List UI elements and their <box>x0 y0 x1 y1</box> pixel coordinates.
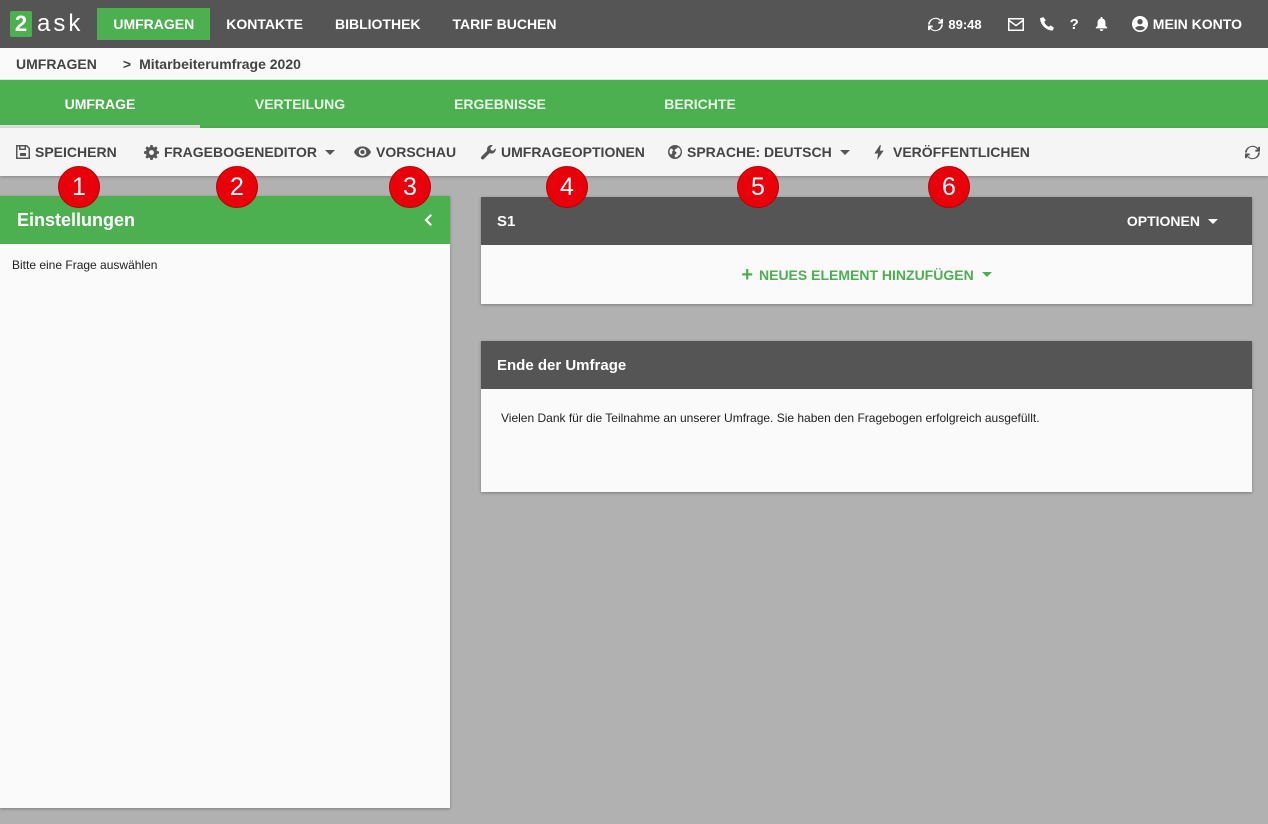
breadcrumb-root[interactable]: UMFRAGEN <box>16 56 97 72</box>
tab-ergebnisse[interactable]: ERGEBNISSE <box>400 80 600 128</box>
phone-button[interactable] <box>1032 17 1062 31</box>
survey-tabs: UMFRAGE VERTEILUNG ERGEBNISSE BERICHTE <box>0 80 1268 128</box>
logo-text: ask <box>37 10 84 37</box>
section-title: S1 <box>497 212 516 230</box>
phone-icon <box>1039 17 1054 31</box>
save-label: SPEICHERN <box>35 144 117 160</box>
plus-icon: + <box>741 263 753 286</box>
top-right-controls: 89:48 ? MEIN KONTO <box>920 0 1268 48</box>
breadcrumb: UMFRAGEN > Mitarbeiterumfrage 2020 <box>0 48 1268 80</box>
section-card: S1 OPTIONEN + NEUES ELEMENT HINZUFÜGEN <box>481 197 1252 304</box>
section-options-label: OPTIONEN <box>1126 213 1200 229</box>
notifications-button[interactable] <box>1087 17 1116 31</box>
session-timer-value: 89:48 <box>948 16 982 32</box>
eye-icon <box>354 146 371 158</box>
settings-panel-hint: Bitte eine Frage auswählen <box>12 258 158 272</box>
floppy-disk-icon <box>16 145 30 159</box>
section-options-dropdown[interactable]: OPTIONEN <box>1127 213 1218 229</box>
breadcrumb-separator: > <box>122 55 132 72</box>
annotation-badge-6: 6 <box>928 166 970 208</box>
end-of-survey-header: Ende der Umfrage <box>481 341 1252 389</box>
annotation-badge-2: 2 <box>216 166 258 208</box>
lightning-icon <box>874 144 884 160</box>
gear-icon <box>144 144 159 160</box>
tab-umfrage[interactable]: UMFRAGE <box>0 80 200 128</box>
annotation-badge-5: 5 <box>737 166 779 208</box>
nav-bibliothek[interactable]: BIBLIOTHEK <box>319 8 437 40</box>
chevron-down-icon <box>1208 218 1218 224</box>
logo-digit: 2 <box>10 11 32 37</box>
chevron-down-icon <box>981 272 992 277</box>
top-navigation-bar: 2 ask UMFRAGEN KONTAKTE BIBLIOTHEK TARIF… <box>0 0 1268 48</box>
main-menu: UMFRAGEN KONTAKTE BIBLIOTHEK TARIF BUCHE… <box>97 0 572 48</box>
reload-button[interactable] <box>1245 128 1260 176</box>
question-icon: ? <box>1069 15 1079 33</box>
user-circle-icon <box>1131 16 1148 32</box>
annotation-badge-4: 4 <box>546 166 588 208</box>
tab-verteilung[interactable]: VERTEILUNG <box>200 80 400 128</box>
logo[interactable]: 2 ask <box>10 0 83 48</box>
chevron-down-icon <box>324 149 335 155</box>
refresh-icon <box>928 17 944 31</box>
settings-panel-title: Einstellungen <box>17 209 136 230</box>
breadcrumb-current: Mitarbeiterumfrage 2020 <box>139 55 301 72</box>
settings-panel: Einstellungen Bitte eine Frage auswählen <box>0 196 450 808</box>
section-card-header: S1 OPTIONEN <box>481 197 1252 245</box>
chevron-down-icon <box>839 149 850 155</box>
questionnaire-editor-label: FRAGEBOGENEDITOR <box>164 144 317 160</box>
collapse-panel-button[interactable] <box>424 214 432 226</box>
annotation-badge-3: 3 <box>389 166 431 208</box>
annotation-badge-1: 1 <box>58 166 100 208</box>
bell-icon <box>1095 17 1107 31</box>
end-of-survey-text: Vielen Dank für die Teilnahme an unserer… <box>501 411 1040 425</box>
survey-options-label: UMFRAGEOPTIONEN <box>501 144 645 160</box>
end-of-survey-card: Ende der Umfrage Vielen Dank für die Tei… <box>481 341 1252 492</box>
help-button[interactable]: ? <box>1062 16 1087 33</box>
preview-label: VORSCHAU <box>376 144 457 160</box>
tab-berichte[interactable]: BERICHTE <box>600 80 800 128</box>
publish-label: VERÖFFENTLICHEN <box>893 144 1030 160</box>
account-menu[interactable]: MEIN KONTO <box>1116 16 1268 32</box>
nav-umfragen[interactable]: UMFRAGEN <box>97 8 211 40</box>
editor-toolbar: SPEICHERN FRAGEBOGENEDITOR VORSCHAU UMFR… <box>0 128 1268 176</box>
globe-icon <box>668 145 682 159</box>
session-timer[interactable]: 89:48 <box>920 17 989 32</box>
envelope-icon <box>1007 17 1024 31</box>
chevron-left-icon <box>424 214 432 226</box>
wrench-icon <box>481 144 496 159</box>
end-of-survey-title: Ende der Umfrage <box>497 356 627 374</box>
add-element-button[interactable]: + NEUES ELEMENT HINZUFÜGEN <box>481 245 1252 304</box>
mail-button[interactable] <box>1000 17 1032 31</box>
nav-kontakte[interactable]: KONTAKTE <box>210 8 319 40</box>
account-label: MEIN KONTO <box>1152 16 1242 32</box>
add-element-label: NEUES ELEMENT HINZUFÜGEN <box>759 266 974 283</box>
refresh-icon <box>1245 145 1260 159</box>
nav-tarif-buchen[interactable]: TARIF BUCHEN <box>437 8 573 40</box>
language-label: SPRACHE: DEUTSCH <box>687 144 832 160</box>
